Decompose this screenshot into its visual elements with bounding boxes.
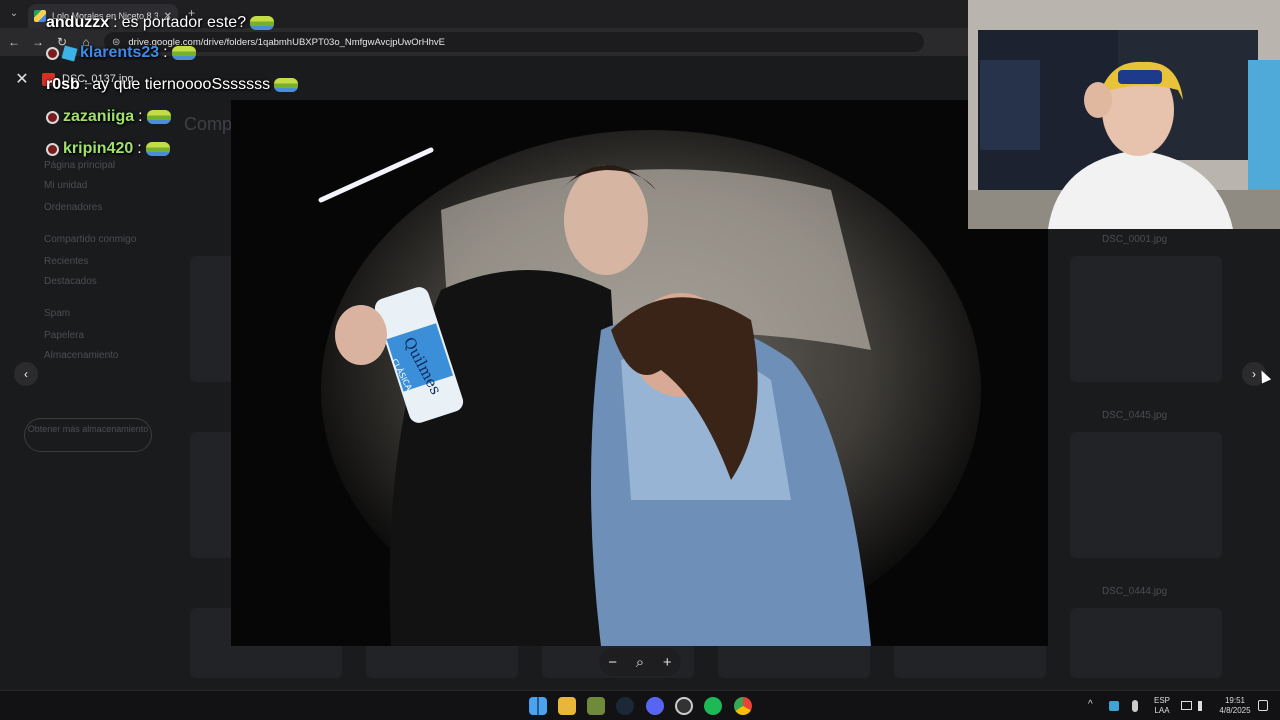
zoom-magnifier-icon[interactable]: ⌕ — [630, 654, 650, 671]
chat-text: es portador este? — [121, 14, 247, 31]
chat-text: ay que tiernooooSssssss — [92, 76, 271, 93]
language-code: ESP — [1153, 696, 1170, 705]
thumb-name: DSC_0445.jpg — [1102, 410, 1168, 421]
spotify-icon[interactable] — [704, 697, 722, 715]
obs-icon[interactable] — [675, 697, 693, 715]
chat-message: kripin420: — [46, 140, 170, 158]
clock-time: 19:51 — [1224, 696, 1246, 705]
emote-icon — [274, 78, 299, 92]
drive-icon — [34, 10, 46, 22]
get-storage-button: Obtener más almacenamiento — [24, 418, 152, 452]
clock[interactable]: 19:51 4/8/2025 — [1214, 696, 1256, 716]
zoom-out-button[interactable]: − — [603, 654, 623, 671]
cube-badge-icon — [61, 45, 78, 61]
sidebar-item-recent: Recientes — [44, 256, 89, 267]
zoom-in-button[interactable]: + — [657, 654, 677, 671]
sidebar-item-my-drive: Mi unidad — [44, 180, 88, 191]
file-thumbnail — [1070, 256, 1222, 382]
input-language[interactable]: ESP LAA — [1150, 696, 1174, 716]
chrome-icon[interactable] — [734, 697, 752, 715]
viewer-close-button[interactable]: ✕ — [12, 70, 32, 90]
sidebar-item-storage: Almacenamiento — [44, 350, 119, 361]
chat-message: anduzzx: es portador este? — [46, 14, 275, 32]
chat-username: klarents23 — [80, 44, 160, 61]
chat-username: anduzzx — [46, 14, 110, 31]
emote-icon — [250, 16, 275, 30]
thumb-name: DSC_0444.jpg — [1102, 586, 1168, 597]
volume-icon[interactable] — [1198, 701, 1208, 711]
notification-icon[interactable] — [1258, 700, 1268, 711]
file-explorer-icon[interactable] — [558, 697, 576, 715]
network-icon[interactable] — [1181, 701, 1192, 710]
emote-icon — [145, 142, 170, 156]
thumb-name: DSC_0001.jpg — [1102, 234, 1168, 245]
badge-icon — [46, 46, 59, 60]
chat-username: kripin420 — [63, 140, 134, 157]
sidebar-item-home: Página principal — [44, 160, 116, 171]
address-bar[interactable]: ⊜ drive.google.com/drive/folders/1qabmhU… — [104, 32, 924, 52]
steam-icon[interactable] — [616, 697, 634, 715]
tray-overflow-icon[interactable]: ^ — [1088, 699, 1093, 710]
chat-username: r0sb — [46, 76, 80, 93]
app-icon[interactable] — [587, 697, 605, 715]
sidebar-item-starred: Destacados — [44, 276, 97, 287]
file-thumbnail — [1070, 608, 1222, 678]
photo-illustration: Quilmes CLÁSICA — [231, 100, 1048, 646]
taskbar: ^ ESP LAA 19:51 4/8/2025 — [0, 690, 1280, 720]
file-thumbnail — [1070, 432, 1222, 558]
sidebar-item-computers: Ordenadores — [44, 202, 103, 213]
sidebar-item-spam: Spam — [44, 308, 71, 319]
microphone-icon[interactable] — [1132, 700, 1138, 712]
windows-start-icon[interactable] — [529, 697, 547, 715]
chat-message: klarents23: — [46, 44, 196, 62]
emote-icon — [146, 110, 171, 124]
photo-preview: Quilmes CLÁSICA — [231, 100, 1048, 646]
chat-message: zazaniiga: — [46, 108, 171, 126]
discord-icon[interactable] — [646, 697, 664, 715]
webcam-overlay — [968, 0, 1280, 229]
back-icon[interactable]: ← — [6, 34, 22, 50]
emote-icon — [171, 46, 196, 60]
chat-username: zazaniiga — [63, 108, 135, 125]
zoom-controls: − ⌕ + — [599, 648, 681, 676]
webcam-illustration — [968, 0, 1280, 229]
sidebar-item-trash: Papelera — [44, 330, 85, 341]
badge-icon — [46, 110, 59, 124]
clock-date: 4/8/2025 — [1219, 706, 1251, 715]
previous-image-button[interactable]: ‹ — [14, 362, 38, 386]
sidebar-item-shared: Compartido conmigo — [44, 234, 137, 245]
tray-app-icon[interactable] — [1109, 701, 1119, 711]
badge-icon — [46, 142, 59, 156]
forward-icon[interactable]: → — [30, 34, 46, 50]
keyboard-layout: LAA — [1154, 706, 1170, 715]
tab-search-icon[interactable]: ⌄ — [6, 6, 22, 22]
chat-message: r0sb: ay que tiernooooSssssss — [46, 76, 299, 94]
